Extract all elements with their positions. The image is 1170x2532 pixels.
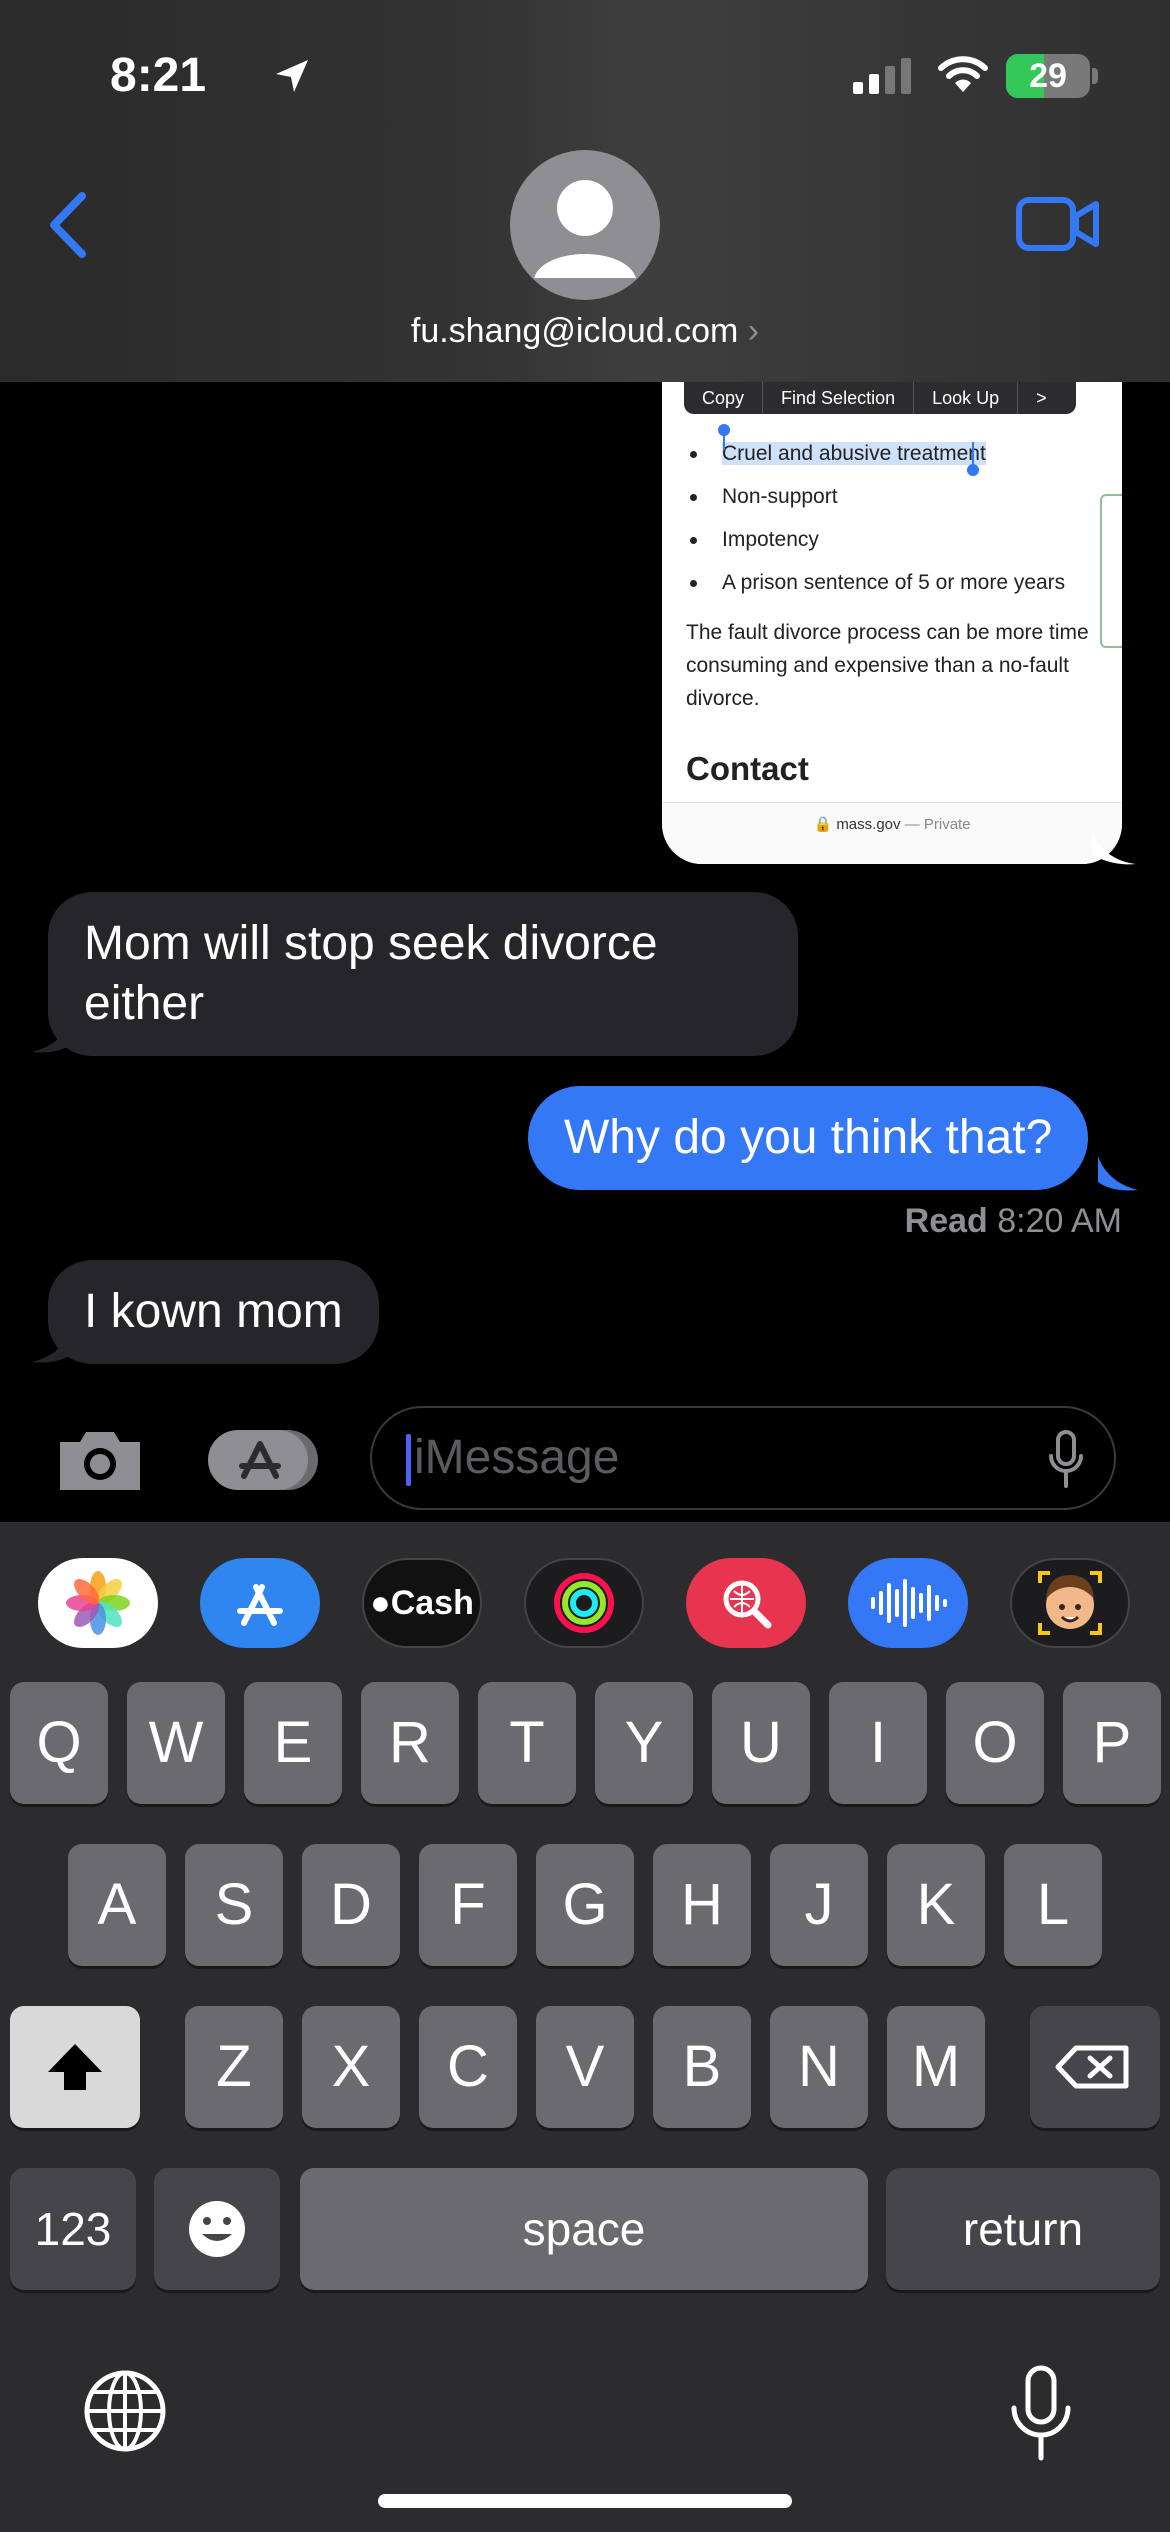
emoji-key[interactable] (154, 2168, 280, 2290)
key-n[interactable]: N (770, 2006, 868, 2128)
key-z[interactable]: Z (185, 2006, 283, 2128)
key-o[interactable]: O (946, 1682, 1044, 1804)
safari-url-bar: 🔒 mass.gov — Private (662, 802, 1122, 864)
shift-arrow-icon (48, 2044, 102, 2090)
key-i[interactable]: I (829, 1682, 927, 1804)
key-l[interactable]: L (1004, 1844, 1102, 1966)
home-indicator (378, 2494, 792, 2508)
contact-name-button[interactable]: fu.shang@icloud.com › (0, 312, 1170, 351)
bubble-tail (32, 1328, 72, 1363)
emoji-icon (189, 2201, 245, 2257)
backspace-icon (1055, 2045, 1129, 2089)
image-search-icon[interactable] (686, 1558, 806, 1648)
key-y[interactable]: Y (595, 1682, 693, 1804)
shift-key[interactable] (10, 2006, 140, 2128)
key-x[interactable]: X (302, 2006, 400, 2128)
key-p[interactable]: P (1063, 1682, 1161, 1804)
message-placeholder: iMessage (414, 1431, 620, 1484)
apple-cash-label: ●Cash (370, 1583, 474, 1622)
contact-avatar[interactable] (510, 150, 660, 300)
incoming-message[interactable]: I kown mom (48, 1260, 379, 1364)
url-suffix: — Private (904, 816, 971, 833)
key-b[interactable]: B (653, 2006, 751, 2128)
apple-cash-icon[interactable]: ●Cash (362, 1558, 482, 1648)
facetime-video-icon[interactable] (1016, 196, 1100, 252)
memoji-icon[interactable] (1010, 1558, 1130, 1648)
screenshot-attachment[interactable]: Copy Find Selection Look Up > Cruel and … (662, 382, 1122, 864)
activity-icon[interactable] (524, 1558, 644, 1648)
menu-more: > (1036, 388, 1047, 408)
app-store-icon[interactable] (200, 1558, 320, 1648)
space-key[interactable]: space (300, 2168, 868, 2290)
audio-message-icon[interactable] (848, 1558, 968, 1648)
location-arrow-icon (276, 60, 308, 92)
key-u[interactable]: U (712, 1682, 810, 1804)
lock-icon: 🔒 (813, 816, 833, 833)
conversation-header: 8:21 29 fu.shang@icloud.com › (0, 0, 1170, 382)
text-caret (406, 1434, 411, 1486)
globe-icon[interactable] (82, 2368, 168, 2454)
key-d[interactable]: D (302, 1844, 400, 1966)
key-m[interactable]: M (887, 2006, 985, 2128)
status-time: 8:21 (110, 49, 207, 102)
message-input[interactable]: iMessage (370, 1406, 1116, 1510)
list-item: A prison sentence of 5 or more years (686, 561, 1122, 604)
bubble-tail (32, 1018, 72, 1053)
dictation-mic-icon[interactable] (1048, 1430, 1084, 1490)
key-t[interactable]: T (478, 1682, 576, 1804)
key-s[interactable]: S (185, 1844, 283, 1966)
key-e[interactable]: E (244, 1682, 342, 1804)
key-k[interactable]: K (887, 1844, 985, 1966)
menu-look-up: Look Up (914, 382, 1019, 414)
key-j[interactable]: J (770, 1844, 868, 1966)
menu-find-selection: Find Selection (763, 382, 915, 414)
key-h[interactable]: H (653, 1844, 751, 1966)
contact-name: fu.shang@icloud.com (410, 312, 739, 350)
bubble-tail (1098, 1156, 1138, 1191)
bullet-list: Cruel and abusive treatment Non-support … (686, 432, 1122, 604)
numbers-key[interactable]: 123 (10, 2168, 136, 2290)
wifi-icon (938, 56, 988, 92)
list-item: Impotency (686, 518, 1122, 561)
key-q[interactable]: Q (10, 1682, 108, 1804)
back-chevron-icon[interactable] (46, 190, 90, 260)
list-item: Non-support (686, 475, 1122, 518)
dictation-mic-icon[interactable] (1006, 2364, 1076, 2464)
section-heading: Contact (686, 750, 809, 787)
menu-copy: Copy (684, 382, 764, 414)
key-r[interactable]: R (361, 1682, 459, 1804)
camera-icon[interactable] (54, 1424, 146, 1494)
selection-handle-start (718, 424, 730, 450)
delete-key[interactable] (1030, 2006, 1160, 2128)
return-key[interactable]: return (886, 2168, 1160, 2290)
text-selection-menu: Copy Find Selection Look Up > (684, 382, 1076, 414)
keyboard: ●Cash Q W E R T Y U I O P A S D F G H J … (0, 1522, 1170, 2532)
key-a[interactable]: A (68, 1844, 166, 1966)
person-icon (534, 180, 636, 278)
photos-icon[interactable] (38, 1558, 158, 1648)
selection-handle-end (967, 442, 979, 476)
chevron-right-icon: › (747, 312, 760, 350)
incoming-message[interactable]: Mom will stop seek divorce either (48, 892, 798, 1056)
key-w[interactable]: W (127, 1682, 225, 1804)
key-f[interactable]: F (419, 1844, 517, 1966)
read-receipt: Read 8:20 AM (904, 1202, 1122, 1240)
bubble-tail (1092, 830, 1136, 865)
key-g[interactable]: G (536, 1844, 634, 1966)
battery-indicator: 29 (1006, 54, 1090, 98)
paragraph-text: The fault divorce process can be more ti… (686, 621, 1089, 710)
outgoing-message[interactable]: Why do you think that? (528, 1086, 1089, 1190)
list-item: Cruel and abusive treatment (686, 432, 1122, 475)
apple-logo-icon: ● (370, 1583, 391, 1622)
url-text: mass.gov (836, 816, 901, 833)
battery-level: 29 (1029, 57, 1067, 95)
key-c[interactable]: C (419, 2006, 517, 2128)
app-store-drawer-icon[interactable] (208, 1424, 320, 1494)
cellular-signal-icon (853, 58, 911, 94)
key-v[interactable]: V (536, 2006, 634, 2128)
